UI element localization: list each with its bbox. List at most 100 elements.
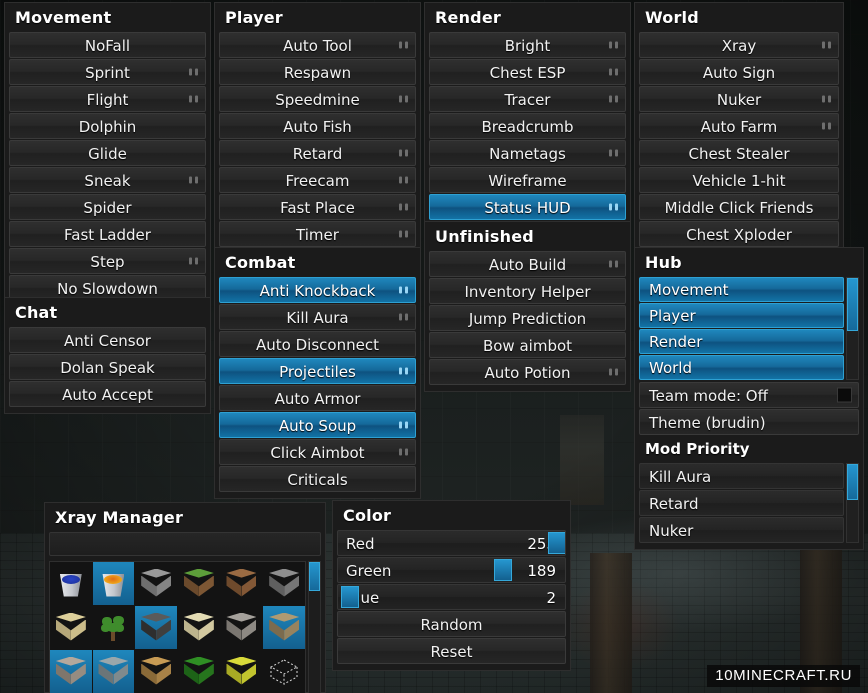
hub-category-player[interactable]: Player <box>639 303 844 328</box>
module-button-vehicle-1-hit[interactable]: Vehicle 1-hit <box>639 167 839 193</box>
xray-search-input[interactable] <box>49 532 321 556</box>
xray-block-cobblestone-block[interactable] <box>263 562 305 605</box>
module-button-respawn[interactable]: Respawn <box>219 59 416 85</box>
settings-icon[interactable] <box>822 122 831 130</box>
module-button-breadcrumb[interactable]: Breadcrumb <box>429 113 626 139</box>
xray-block-leaves-block[interactable] <box>178 650 220 693</box>
module-button-chest-esp[interactable]: Chest ESP <box>429 59 626 85</box>
module-button-wireframe[interactable]: Wireframe <box>429 167 626 193</box>
hub-theme-button[interactable]: Theme (brudin) <box>639 409 859 435</box>
hub-team-mode-toggle[interactable]: Team mode: Off <box>639 382 859 408</box>
module-button-auto-soup[interactable]: Auto Soup <box>219 412 416 438</box>
module-button-timer[interactable]: Timer <box>219 221 416 247</box>
color-random-button[interactable]: Random <box>337 611 566 637</box>
module-button-auto-sign[interactable]: Auto Sign <box>639 59 839 85</box>
module-button-tracer[interactable]: Tracer <box>429 86 626 112</box>
xray-block-wood-planks-block[interactable] <box>135 650 177 693</box>
module-button-glide[interactable]: Glide <box>9 140 206 166</box>
xray-scrollbar[interactable] <box>308 561 321 693</box>
module-button-auto-armor[interactable]: Auto Armor <box>219 385 416 411</box>
checkbox-icon[interactable] <box>837 387 852 403</box>
module-button-auto-fish[interactable]: Auto Fish <box>219 113 416 139</box>
xray-block-sponge-block[interactable] <box>220 650 263 693</box>
hub-scrollbar-thumb[interactable] <box>847 278 858 331</box>
module-button-middle-click-friends[interactable]: Middle Click Friends <box>639 194 839 220</box>
color-slider-red[interactable]: Red 255 <box>337 530 566 556</box>
color-reset-button[interactable]: Reset <box>337 638 566 664</box>
module-button-bright[interactable]: Bright <box>429 32 626 58</box>
module-button-speedmine[interactable]: Speedmine <box>219 86 416 112</box>
module-button-fast-place[interactable]: Fast Place <box>219 194 416 220</box>
module-button-flight[interactable]: Flight <box>9 86 206 112</box>
module-button-jump-prediction[interactable]: Jump Prediction <box>429 305 626 331</box>
xray-block-dirt-block[interactable] <box>220 562 263 605</box>
module-button-sprint[interactable]: Sprint <box>9 59 206 85</box>
settings-icon[interactable] <box>399 367 408 375</box>
module-button-dolan-speak[interactable]: Dolan Speak <box>9 354 206 380</box>
module-button-kill-aura[interactable]: Kill Aura <box>219 304 416 330</box>
xray-block-grass-block[interactable] <box>178 562 220 605</box>
module-button-nofall[interactable]: NoFall <box>9 32 206 58</box>
color-slider-handle[interactable] <box>494 559 512 581</box>
mod-priority-item[interactable]: Retard <box>639 490 844 516</box>
module-button-anti-censor[interactable]: Anti Censor <box>9 327 206 353</box>
module-button-inventory-helper[interactable]: Inventory Helper <box>429 278 626 304</box>
xray-block-lava-bucket[interactable] <box>92 562 135 605</box>
module-button-auto-potion[interactable]: Auto Potion <box>429 359 626 385</box>
settings-icon[interactable] <box>399 95 408 103</box>
module-button-fast-ladder[interactable]: Fast Ladder <box>9 221 206 247</box>
module-button-freecam[interactable]: Freecam <box>219 167 416 193</box>
module-button-dolphin[interactable]: Dolphin <box>9 113 206 139</box>
settings-icon[interactable] <box>609 368 618 376</box>
module-button-auto-build[interactable]: Auto Build <box>429 251 626 277</box>
mod-priority-scrollbar[interactable] <box>846 463 859 543</box>
module-button-chest-stealer[interactable]: Chest Stealer <box>639 140 839 166</box>
xray-block-sapling-block[interactable] <box>92 606 135 649</box>
module-button-click-aimbot[interactable]: Click Aimbot <box>219 439 416 465</box>
module-button-bow-aimbot[interactable]: Bow aimbot <box>429 332 626 358</box>
xray-block-diamond-ore-block[interactable] <box>92 650 135 693</box>
module-button-status-hud[interactable]: Status HUD <box>429 194 626 220</box>
color-slider-blue[interactable]: Blue 2 <box>337 584 566 610</box>
mod-priority-item[interactable]: Kill Aura <box>639 463 844 489</box>
settings-icon[interactable] <box>609 95 618 103</box>
hub-category-movement[interactable]: Movement <box>639 277 844 302</box>
settings-icon[interactable] <box>189 176 198 184</box>
module-button-xray[interactable]: Xray <box>639 32 839 58</box>
settings-icon[interactable] <box>399 230 408 238</box>
xray-block-stone-block[interactable] <box>135 562 177 605</box>
module-button-nuker[interactable]: Nuker <box>639 86 839 112</box>
hub-category-world[interactable]: World <box>639 355 844 380</box>
settings-icon[interactable] <box>399 448 408 456</box>
settings-icon[interactable] <box>399 41 408 49</box>
xray-block-iron-ore-block[interactable] <box>50 650 92 693</box>
module-button-auto-accept[interactable]: Auto Accept <box>9 381 206 407</box>
settings-icon[interactable] <box>609 149 618 157</box>
module-button-nametags[interactable]: Nametags <box>429 140 626 166</box>
xray-block-gravel-block[interactable] <box>220 606 263 649</box>
module-button-chest-xploder[interactable]: Chest Xploder <box>639 221 839 247</box>
module-button-spider[interactable]: Spider <box>9 194 206 220</box>
settings-icon[interactable] <box>609 68 618 76</box>
module-button-auto-tool[interactable]: Auto Tool <box>219 32 416 58</box>
settings-icon[interactable] <box>399 176 408 184</box>
settings-icon[interactable] <box>609 41 618 49</box>
module-button-auto-disconnect[interactable]: Auto Disconnect <box>219 331 416 357</box>
settings-icon[interactable] <box>399 286 408 294</box>
module-button-sneak[interactable]: Sneak <box>9 167 206 193</box>
module-button-anti-knockback[interactable]: Anti Knockback <box>219 277 416 303</box>
settings-icon[interactable] <box>189 68 198 76</box>
settings-icon[interactable] <box>189 95 198 103</box>
settings-icon[interactable] <box>399 203 408 211</box>
xray-block-glass-block[interactable] <box>263 650 305 693</box>
hub-scrollbar[interactable] <box>846 277 859 380</box>
xray-block-coal-ore-block[interactable] <box>135 606 177 649</box>
settings-icon[interactable] <box>189 257 198 265</box>
xray-block-gold-ore-block[interactable] <box>263 606 305 649</box>
module-button-step[interactable]: Step <box>9 248 206 274</box>
settings-icon[interactable] <box>609 260 618 268</box>
settings-icon[interactable] <box>609 203 618 211</box>
module-button-auto-farm[interactable]: Auto Farm <box>639 113 839 139</box>
settings-icon[interactable] <box>822 41 831 49</box>
color-slider-handle[interactable] <box>341 586 359 608</box>
